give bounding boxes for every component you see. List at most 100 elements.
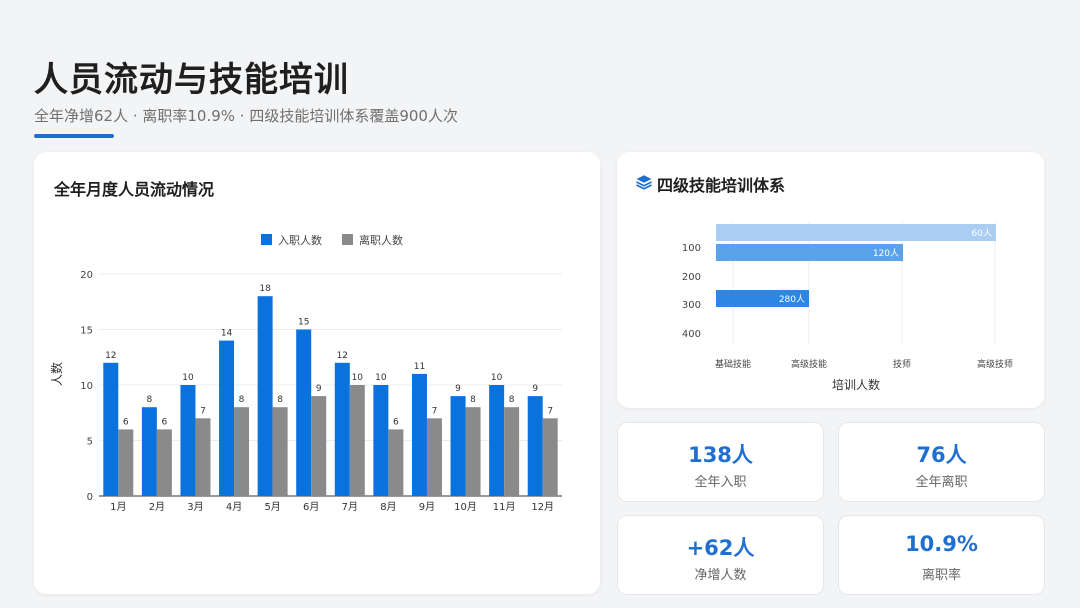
y-axis-label: 人数: [49, 362, 64, 386]
y-tick-label: 5: [87, 437, 93, 448]
title-underline: [34, 134, 114, 138]
x-tick-label: 3月: [187, 501, 203, 513]
training-bar-label: 120人: [873, 248, 899, 259]
bar: [257, 296, 273, 496]
x-tick-label: 高级技能: [791, 358, 827, 370]
bar: [311, 396, 327, 496]
x-tick-label: 9月: [419, 501, 435, 513]
stat-value: 138人: [688, 443, 753, 467]
x-axis-label: 培训人数: [832, 377, 880, 392]
x-tick-label: 技师: [893, 358, 911, 370]
monthly-flow-card: 全年月度人员流动情况 入职人数 离职人数 0 5 10 15 20 人数 12 6 1月 8 6 2月 10…: [34, 152, 600, 594]
bar-value-label: 8: [277, 395, 283, 405]
bar: [504, 407, 520, 496]
training-chart: 基础技能 高级技能 技师 高级技师 100 200 300 400 培训人数 60人 120人 280…: [682, 222, 1013, 392]
bar: [373, 385, 389, 496]
bar-value-label: 6: [123, 417, 129, 427]
y-tick-label: 15: [80, 326, 93, 337]
stat-card-hired: 138人 全年入职: [617, 422, 824, 502]
y-tick-label: 300: [682, 300, 701, 311]
bar-value-label: 9: [455, 384, 461, 394]
bar: [489, 385, 505, 496]
x-tick-label: 高级技师: [977, 358, 1013, 370]
y-tick-label: 0: [87, 492, 93, 503]
bar-value-label: 8: [147, 395, 153, 405]
bar-value-label: 10: [491, 373, 503, 383]
bar-value-label: 12: [105, 351, 116, 361]
y-tick-label: 400: [682, 329, 701, 340]
page-subtitle: 全年净增62人 · 离职率10.9% · 四级技能培训体系覆盖900人次: [34, 107, 458, 125]
stat-value: 76人: [916, 443, 967, 467]
bar-value-label: 15: [298, 318, 309, 328]
bar-value-label: 8: [470, 395, 476, 405]
page-title: 人员流动与技能培训: [34, 60, 349, 100]
x-tick-label: 11月: [493, 501, 516, 513]
x-tick-label: 2月: [149, 501, 165, 513]
legend-swatch: [261, 234, 272, 245]
bar: [156, 429, 172, 496]
training-bar-label: 280人: [779, 294, 805, 305]
x-tick-label: 5月: [264, 501, 280, 513]
bar: [118, 429, 134, 496]
bar: [349, 385, 365, 496]
bar-value-label: 10: [182, 373, 194, 383]
bar-value-label: 11: [414, 362, 425, 372]
stat-label: 全年入职: [694, 475, 747, 490]
bar: [542, 418, 558, 496]
legend-label: 入职人数: [278, 234, 322, 247]
bar-value-label: 7: [432, 406, 438, 416]
x-tick-label: 10月: [454, 501, 477, 513]
stat-card-net: +62人 净增人数: [617, 515, 824, 595]
y-tick-label: 20: [80, 270, 93, 281]
bar: [103, 362, 119, 496]
bar: [180, 385, 196, 496]
bar-value-label: 6: [393, 417, 399, 427]
bar: [296, 329, 312, 496]
stat-label: 净增人数: [694, 568, 747, 583]
training-card: 四级技能培训体系 基础技能 高级技能 技师 高级技师 100 200 300 400 培训人数 6…: [617, 152, 1044, 408]
x-tick-label: 12月: [531, 501, 554, 513]
bar: [426, 418, 442, 496]
bar: [195, 418, 211, 496]
x-tick-label: 1月: [110, 501, 126, 513]
bar-value-label: 9: [316, 384, 322, 394]
y-tick-label: 100: [682, 243, 701, 254]
monthly-flow-chart: 入职人数 离职人数 0 5 10 15 20 人数 12 6 1月 8 6 2月 10 7 3月 14 8 4月 18 8…: [49, 233, 562, 513]
bar-value-label: 12: [337, 351, 348, 361]
y-tick-label: 10: [80, 381, 93, 392]
y-tick-label: 200: [682, 272, 701, 283]
bar-value-label: 7: [200, 406, 206, 416]
bar: [450, 396, 466, 496]
x-tick-label: 4月: [226, 501, 242, 513]
x-tick-label: 8月: [380, 501, 396, 513]
x-tick-label: 基础技能: [715, 358, 751, 370]
bar-value-label: 8: [239, 395, 245, 405]
bar-value-label: 9: [532, 384, 538, 394]
bar: [272, 407, 288, 496]
bar-value-label: 6: [162, 417, 168, 427]
bar-value-label: 7: [547, 406, 553, 416]
stat-card-left: 76人 全年离职: [838, 422, 1045, 502]
stat-label: 全年离职: [915, 475, 968, 490]
bar: [465, 407, 481, 496]
legend-swatch: [342, 234, 353, 245]
bar-value-label: 18: [259, 284, 271, 294]
bar: [219, 340, 235, 496]
training-bar-label: 60人: [972, 228, 992, 239]
bar: [388, 429, 404, 496]
bar: [527, 396, 543, 496]
bar-value-label: 10: [352, 373, 364, 383]
stat-value: 10.9%: [905, 532, 978, 556]
stat-card-rate: 10.9% 离职率: [838, 515, 1045, 595]
bar: [411, 373, 427, 496]
legend-label: 离职人数: [359, 233, 403, 247]
stat-label: 离职率: [921, 568, 961, 583]
training-bar: [716, 224, 996, 241]
bar: [141, 407, 157, 496]
x-tick-label: 7月: [342, 501, 358, 513]
bar: [334, 362, 350, 496]
bar-value-label: 10: [375, 373, 387, 383]
stat-value: +62人: [686, 536, 755, 560]
bar-value-label: 14: [221, 329, 233, 339]
bar: [234, 407, 250, 496]
